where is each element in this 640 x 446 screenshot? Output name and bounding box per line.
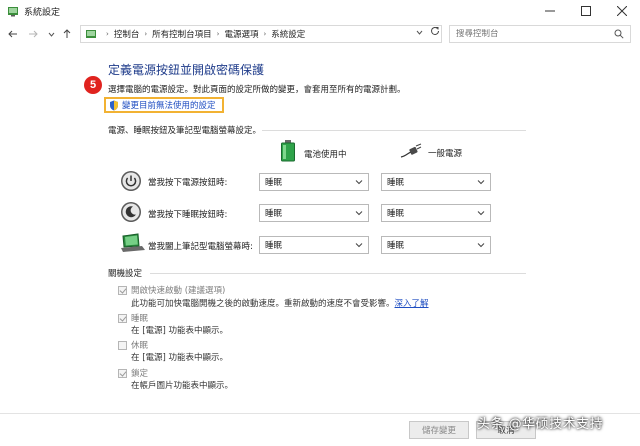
maximize-button[interactable]: [568, 0, 604, 22]
power-button-plugged-select[interactable]: 睡眠: [381, 173, 491, 191]
search-input[interactable]: [456, 29, 606, 39]
window-title: 系統設定: [24, 7, 61, 18]
hibernate-checkbox[interactable]: [118, 340, 127, 350]
address-bar: › 控制台 › 所有控制台項目 › 電源選項 › 系統設定: [0, 22, 640, 46]
plugged-column-header: 一般電源: [400, 143, 462, 159]
sleep-button-label: 當我按下睡眠按鈕時:: [148, 210, 228, 220]
sleep-option[interactable]: 睡眠: [118, 312, 148, 324]
search-box: [449, 25, 631, 43]
arrow-up-icon: [63, 29, 71, 38]
arrow-right-icon: [29, 30, 38, 38]
search-icon[interactable]: [614, 29, 624, 39]
save-changes-button[interactable]: 儲存變更: [409, 421, 469, 439]
up-button[interactable]: [60, 24, 74, 44]
chevron-down-icon: [355, 180, 363, 185]
hibernate-label: 休眠: [131, 341, 149, 351]
breadcrumb-item-system-settings[interactable]: 系統設定: [271, 28, 305, 40]
step-badge: 5: [84, 76, 102, 94]
lock-desc: 在帳戶圖片功能表中顯示。: [131, 381, 234, 391]
chevron-right-icon: ›: [144, 30, 148, 38]
chevron-right-icon: ›: [216, 30, 220, 38]
power-plug-icon: [400, 143, 422, 158]
hibernate-option[interactable]: 休眠: [118, 339, 148, 351]
section-divider: [150, 273, 526, 274]
breadcrumb-item-power-options[interactable]: 電源選項: [224, 28, 258, 40]
fast-startup-option[interactable]: 開啟快速啟動 (建議選項): [118, 284, 225, 296]
laptop-lid-plugged-select[interactable]: 睡眠: [381, 236, 491, 254]
hibernate-desc: 在 [電源] 功能表中顯示。: [131, 353, 229, 363]
laptop-lid-label: 當我闔上筆記型電腦螢幕時:: [148, 242, 253, 252]
breadcrumb-item-control-panel[interactable]: 控制台: [114, 28, 140, 40]
refresh-button[interactable]: [428, 25, 442, 37]
close-button[interactable]: [604, 0, 640, 22]
back-button[interactable]: [6, 24, 20, 44]
power-button-label: 當我按下電源按鈕時:: [148, 178, 228, 188]
minimize-icon: [545, 10, 555, 12]
chevron-down-icon: [477, 211, 485, 216]
forward-button[interactable]: [26, 24, 40, 44]
close-icon: [617, 6, 627, 16]
plugged-column-label: 一般電源: [428, 149, 463, 159]
page-title: 定義電源按鈕並開啟密碼保護: [108, 63, 265, 77]
sleep-button-icon: [121, 202, 141, 222]
fast-startup-label: 開啟快速啟動 (建議選項): [131, 286, 226, 296]
sleep-button-plugged-select[interactable]: 睡眠: [381, 204, 491, 222]
system-settings-window: 系統設定 › 控制台 › 所有控制台項目 › 電源選項 › 系統設定 搜尋控制台…: [0, 0, 640, 446]
sleep-label: 睡眠: [131, 314, 149, 324]
lock-checkbox[interactable]: [118, 368, 127, 378]
laptop-lid-icon: [121, 233, 145, 252]
learn-more-link[interactable]: 深入了解: [395, 299, 429, 309]
chevron-down-icon: [48, 32, 54, 37]
chevron-right-icon: ›: [263, 30, 267, 38]
chevron-down-icon: [477, 180, 485, 185]
selected-value: 睡眠: [265, 178, 283, 188]
sleep-checkbox[interactable]: [118, 313, 127, 323]
selected-value: 睡眠: [265, 241, 283, 251]
battery-icon: [281, 140, 295, 162]
power-button-icon: [121, 171, 141, 191]
fast-startup-checkbox[interactable]: [118, 285, 127, 295]
change-settings-link[interactable]: 變更目前無法使用的設定: [122, 99, 216, 111]
laptop-lid-battery-select[interactable]: 睡眠: [259, 236, 369, 254]
shield-icon: [110, 100, 118, 110]
chevron-down-icon: [355, 243, 363, 248]
arrow-left-icon: [8, 30, 17, 38]
shutdown-section-label: 關機設定: [108, 269, 143, 279]
maximize-icon: [581, 6, 591, 16]
fast-startup-desc-text: 此功能可加快電腦開機之後的啟動速度。重新啟動的速度不會受影響。: [131, 299, 395, 309]
minimize-button[interactable]: [532, 0, 568, 22]
selected-value: 睡眠: [387, 241, 405, 251]
fast-startup-desc: 此功能可加快電腦開機之後的啟動速度。重新啟動的速度不會受影響。深入了解: [131, 297, 429, 309]
lock-option[interactable]: 鎖定: [118, 367, 148, 379]
refresh-icon: [431, 26, 439, 35]
page-description: 選擇電腦的電源設定。對此頁面的設定所做的變更，會套用至所有的電源計劃。: [108, 85, 406, 95]
buttons-section-label: 電源、睡眠按鈕及筆記型電腦螢幕設定。: [108, 126, 262, 136]
breadcrumb[interactable]: › 控制台 › 所有控制台項目 › 電源選項 › 系統設定: [80, 25, 442, 43]
change-settings-highlight[interactable]: 變更目前無法使用的設定: [104, 97, 224, 113]
sleep-desc: 在 [電源] 功能表中顯示。: [131, 326, 229, 336]
power-button-battery-select[interactable]: 睡眠: [259, 173, 369, 191]
battery-column-label: 電池使用中: [304, 150, 347, 160]
section-divider: [262, 130, 526, 131]
control-panel-icon: [86, 30, 96, 38]
breadcrumb-item-all-items[interactable]: 所有控制台項目: [152, 28, 212, 40]
selected-value: 睡眠: [387, 209, 405, 219]
chevron-right-icon: ›: [106, 30, 109, 38]
selected-value: 睡眠: [387, 178, 405, 188]
watermark: 头条 @华硕技术支持: [477, 417, 604, 432]
recent-locations-button[interactable]: [44, 24, 58, 44]
chevron-down-icon: [477, 243, 485, 248]
control-panel-icon: [8, 7, 18, 17]
title-bar: 系統設定: [0, 0, 640, 22]
sleep-button-battery-select[interactable]: 睡眠: [259, 204, 369, 222]
chevron-down-icon: [355, 211, 363, 216]
selected-value: 睡眠: [265, 209, 283, 219]
chevron-down-icon[interactable]: [416, 29, 423, 38]
battery-column-header: 電池使用中: [280, 140, 347, 162]
lock-label: 鎖定: [131, 369, 149, 379]
